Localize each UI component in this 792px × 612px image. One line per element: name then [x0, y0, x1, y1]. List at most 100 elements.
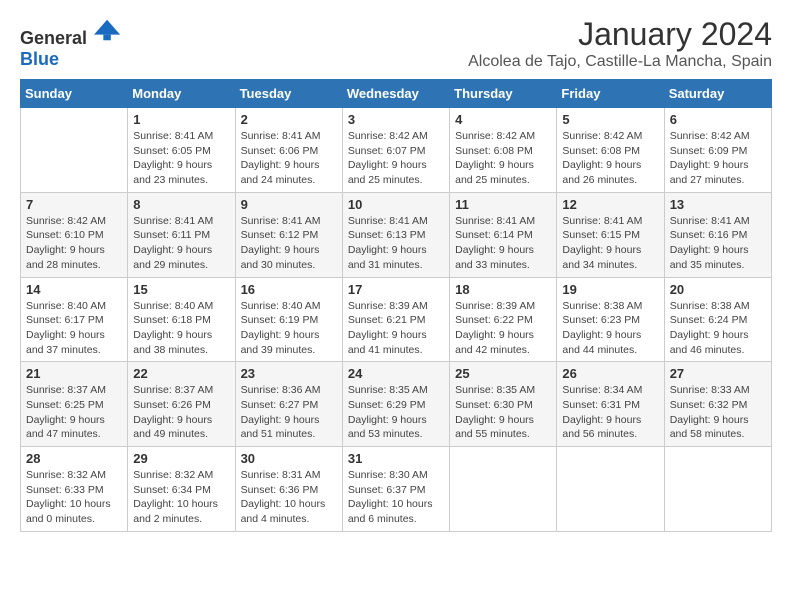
logo: General Blue: [20, 16, 122, 70]
calendar-cell: 15 Sunrise: 8:40 AMSunset: 6:18 PMDayligh…: [128, 277, 235, 362]
day-info: Sunrise: 8:39 AMSunset: 6:21 PMDaylight:…: [348, 299, 444, 358]
calendar-cell: 24 Sunrise: 8:35 AMSunset: 6:29 PMDayligh…: [342, 362, 449, 447]
location-title: Alcolea de Tajo, Castille-La Mancha, Spa…: [468, 53, 772, 71]
day-info: Sunrise: 8:41 AMSunset: 6:12 PMDaylight:…: [241, 214, 337, 273]
calendar-cell: 19 Sunrise: 8:38 AMSunset: 6:23 PMDayligh…: [557, 277, 664, 362]
day-info: Sunrise: 8:30 AMSunset: 6:37 PMDaylight:…: [348, 468, 444, 527]
calendar-cell: 30 Sunrise: 8:31 AMSunset: 6:36 PMDayligh…: [235, 447, 342, 532]
header-wednesday: Wednesday: [342, 80, 449, 108]
day-number: 2: [241, 112, 337, 127]
calendar-cell: 20Sunrise: 8:38 AMSunset: 6:24 PMDayligh…: [664, 277, 771, 362]
calendar-cell: 14Sunrise: 8:40 AMSunset: 6:17 PMDayligh…: [21, 277, 128, 362]
day-info: Sunrise: 8:34 AMSunset: 6:31 PMDaylight:…: [562, 383, 658, 442]
calendar-cell: 6 Sunrise: 8:42 AMSunset: 6:09 PMDaylight…: [664, 108, 771, 193]
day-number: 30: [241, 451, 337, 466]
day-info: Sunrise: 8:38 AMSunset: 6:24 PMDaylight:…: [670, 299, 766, 358]
calendar-cell: 3 Sunrise: 8:42 AMSunset: 6:07 PMDaylight…: [342, 108, 449, 193]
day-number: 28: [26, 451, 122, 466]
calendar-cell: 21 Sunrise: 8:37 AMSunset: 6:25 PMDayligh…: [21, 362, 128, 447]
day-number: 23: [241, 366, 337, 381]
header-friday: Friday: [557, 80, 664, 108]
header-monday: Monday: [128, 80, 235, 108]
calendar-cell: 4 Sunrise: 8:42 AMSunset: 6:08 PMDaylight…: [450, 108, 557, 193]
day-info: Sunrise: 8:42 AMSunset: 6:08 PMDaylight:…: [455, 129, 551, 188]
day-number: 24: [348, 366, 444, 381]
title-section: January 2024 Alcolea de Tajo, Castille-L…: [468, 16, 772, 71]
day-number: 10: [348, 197, 444, 212]
calendar-cell: [450, 447, 557, 532]
day-info: Sunrise: 8:31 AMSunset: 6:36 PMDaylight:…: [241, 468, 337, 527]
day-number: 1: [133, 112, 229, 127]
day-number: 8: [133, 197, 229, 212]
calendar-week-row: 1 Sunrise: 8:41 AMSunset: 6:05 PMDaylight…: [21, 108, 772, 193]
day-number: 16: [241, 282, 337, 297]
calendar-cell: [557, 447, 664, 532]
day-number: 15: [133, 282, 229, 297]
day-info: Sunrise: 8:41 AMSunset: 6:11 PMDaylight:…: [133, 214, 229, 273]
day-info: Sunrise: 8:41 AMSunset: 6:13 PMDaylight:…: [348, 214, 444, 273]
day-number: 27: [670, 366, 766, 381]
day-info: Sunrise: 8:41 AMSunset: 6:06 PMDaylight:…: [241, 129, 337, 188]
day-info: Sunrise: 8:37 AMSunset: 6:25 PMDaylight:…: [26, 383, 122, 442]
logo-icon: [94, 16, 122, 44]
header-sunday: Sunday: [21, 80, 128, 108]
day-info: Sunrise: 8:42 AMSunset: 6:07 PMDaylight:…: [348, 129, 444, 188]
calendar-table: SundayMondayTuesdayWednesdayThursdayFrid…: [20, 79, 772, 532]
day-info: Sunrise: 8:41 AMSunset: 6:16 PMDaylight:…: [670, 214, 766, 273]
day-number: 11: [455, 197, 551, 212]
day-info: Sunrise: 8:41 AMSunset: 6:14 PMDaylight:…: [455, 214, 551, 273]
calendar-cell: 28Sunrise: 8:32 AMSunset: 6:33 PMDayligh…: [21, 447, 128, 532]
day-number: 17: [348, 282, 444, 297]
calendar-cell: 9 Sunrise: 8:41 AMSunset: 6:12 PMDaylight…: [235, 192, 342, 277]
day-number: 19: [562, 282, 658, 297]
day-info: Sunrise: 8:42 AMSunset: 6:09 PMDaylight:…: [670, 129, 766, 188]
day-number: 5: [562, 112, 658, 127]
header-thursday: Thursday: [450, 80, 557, 108]
day-number: 31: [348, 451, 444, 466]
day-number: 18: [455, 282, 551, 297]
day-info: Sunrise: 8:40 AMSunset: 6:17 PMDaylight:…: [26, 299, 122, 358]
calendar-cell: 12 Sunrise: 8:41 AMSunset: 6:15 PMDayligh…: [557, 192, 664, 277]
day-info: Sunrise: 8:39 AMSunset: 6:22 PMDaylight:…: [455, 299, 551, 358]
day-number: 4: [455, 112, 551, 127]
calendar-week-row: 14Sunrise: 8:40 AMSunset: 6:17 PMDayligh…: [21, 277, 772, 362]
day-info: Sunrise: 8:41 AMSunset: 6:05 PMDaylight:…: [133, 129, 229, 188]
calendar-cell: 16Sunrise: 8:40 AMSunset: 6:19 PMDayligh…: [235, 277, 342, 362]
calendar-cell: 8 Sunrise: 8:41 AMSunset: 6:11 PMDaylight…: [128, 192, 235, 277]
month-title: January 2024: [468, 16, 772, 53]
day-info: Sunrise: 8:35 AMSunset: 6:29 PMDaylight:…: [348, 383, 444, 442]
day-number: 9: [241, 197, 337, 212]
calendar-cell: 1 Sunrise: 8:41 AMSunset: 6:05 PMDaylight…: [128, 108, 235, 193]
calendar-cell: 25Sunrise: 8:35 AMSunset: 6:30 PMDayligh…: [450, 362, 557, 447]
day-number: 21: [26, 366, 122, 381]
day-info: Sunrise: 8:40 AMSunset: 6:18 PMDaylight:…: [133, 299, 229, 358]
day-number: 3: [348, 112, 444, 127]
calendar-header-row: SundayMondayTuesdayWednesdayThursdayFrid…: [21, 80, 772, 108]
calendar-week-row: 28Sunrise: 8:32 AMSunset: 6:33 PMDayligh…: [21, 447, 772, 532]
day-number: 22: [133, 366, 229, 381]
calendar-cell: 13 Sunrise: 8:41 AMSunset: 6:16 PMDayligh…: [664, 192, 771, 277]
day-info: Sunrise: 8:42 AMSunset: 6:08 PMDaylight:…: [562, 129, 658, 188]
day-info: Sunrise: 8:35 AMSunset: 6:30 PMDaylight:…: [455, 383, 551, 442]
day-info: Sunrise: 8:33 AMSunset: 6:32 PMDaylight:…: [670, 383, 766, 442]
logo-blue: Blue: [20, 49, 59, 69]
calendar-cell: 31 Sunrise: 8:30 AMSunset: 6:37 PMDayligh…: [342, 447, 449, 532]
day-number: 26: [562, 366, 658, 381]
calendar-cell: 10 Sunrise: 8:41 AMSunset: 6:13 PMDayligh…: [342, 192, 449, 277]
calendar-cell: 23 Sunrise: 8:36 AMSunset: 6:27 PMDayligh…: [235, 362, 342, 447]
calendar-week-row: 21 Sunrise: 8:37 AMSunset: 6:25 PMDayligh…: [21, 362, 772, 447]
calendar-cell: 18 Sunrise: 8:39 AMSunset: 6:22 PMDayligh…: [450, 277, 557, 362]
day-number: 29: [133, 451, 229, 466]
day-info: Sunrise: 8:36 AMSunset: 6:27 PMDaylight:…: [241, 383, 337, 442]
day-number: 6: [670, 112, 766, 127]
day-info: Sunrise: 8:41 AMSunset: 6:15 PMDaylight:…: [562, 214, 658, 273]
day-number: 12: [562, 197, 658, 212]
calendar-cell: 7Sunrise: 8:42 AMSunset: 6:10 PMDaylight…: [21, 192, 128, 277]
day-number: 13: [670, 197, 766, 212]
calendar-week-row: 7Sunrise: 8:42 AMSunset: 6:10 PMDaylight…: [21, 192, 772, 277]
calendar-cell: 22Sunrise: 8:37 AMSunset: 6:26 PMDayligh…: [128, 362, 235, 447]
day-info: Sunrise: 8:38 AMSunset: 6:23 PMDaylight:…: [562, 299, 658, 358]
day-info: Sunrise: 8:32 AMSunset: 6:34 PMDaylight:…: [133, 468, 229, 527]
page-header: General Blue January 2024 Alcolea de Taj…: [20, 16, 772, 71]
day-number: 7: [26, 197, 122, 212]
